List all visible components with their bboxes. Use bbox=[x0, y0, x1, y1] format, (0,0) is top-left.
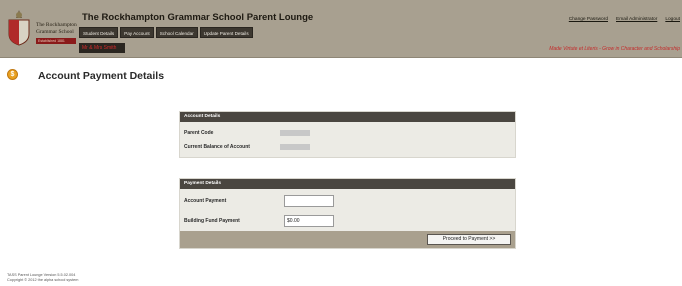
logout-link[interactable]: Logout bbox=[665, 17, 680, 22]
balance-row: Current Balance of Account bbox=[180, 140, 515, 154]
parent-code-row: Parent Code bbox=[180, 126, 515, 140]
school-name-line1: The Rockhampton bbox=[36, 22, 77, 28]
copyright-text: Copyright © 2012 the alpha school system bbox=[7, 278, 79, 282]
page-title: Account Payment Details bbox=[38, 70, 165, 82]
account-payment-input[interactable] bbox=[284, 195, 334, 207]
nav-pay-account[interactable]: Pay Account bbox=[120, 27, 154, 38]
page-footer: TASS Parent Lounge Version 5.5.02.004 Co… bbox=[7, 273, 78, 283]
school-name: The Rockhampton Grammar School bbox=[36, 22, 80, 36]
main-nav: Student Details Pay Account School Calen… bbox=[79, 27, 253, 38]
balance-value-redacted bbox=[280, 144, 310, 150]
payment-details-heading: Payment Details bbox=[180, 179, 515, 189]
nav-update-parent-details[interactable]: Update Parent Details bbox=[199, 27, 253, 38]
proceed-to-payment-button[interactable]: Proceed to Payment >> bbox=[427, 234, 511, 245]
dollar-coin-icon: $ bbox=[7, 69, 18, 80]
account-payment-label: Account Payment bbox=[184, 198, 227, 204]
balance-label: Current Balance of Account bbox=[184, 144, 250, 150]
email-administrator-link[interactable]: Email Administrator bbox=[616, 17, 657, 22]
change-password-link[interactable]: Change Password bbox=[569, 17, 608, 22]
school-motto: Made Virtute et Literis - Grow in Charac… bbox=[549, 46, 680, 52]
building-fund-input[interactable]: $0.00 bbox=[284, 215, 334, 227]
app-title: The Rockhampton Grammar School Parent Lo… bbox=[82, 12, 314, 23]
parent-code-value-redacted bbox=[280, 130, 310, 136]
user-name: Mr & Mrs Smith bbox=[79, 43, 125, 53]
account-details-heading: Account Details bbox=[180, 112, 515, 122]
school-established: Established 1881 bbox=[36, 38, 76, 44]
app-header: The Rockhampton Grammar School Establish… bbox=[0, 0, 682, 58]
nav-school-calendar[interactable]: School Calendar bbox=[155, 27, 198, 38]
school-crest-icon bbox=[8, 10, 30, 46]
nav-student-details[interactable]: Student Details bbox=[79, 27, 119, 38]
top-links: Change Password Email Administrator Logo… bbox=[569, 17, 680, 22]
payment-panel-footer: Proceed to Payment >> bbox=[180, 231, 515, 248]
school-name-line2: Grammar School bbox=[36, 29, 74, 35]
account-details-panel: Account Details Parent Code Current Bala… bbox=[179, 111, 516, 158]
building-fund-label: Building Fund Payment bbox=[184, 218, 240, 224]
payment-details-panel: Payment Details Account Payment Building… bbox=[179, 178, 516, 249]
parent-code-label: Parent Code bbox=[184, 130, 214, 136]
